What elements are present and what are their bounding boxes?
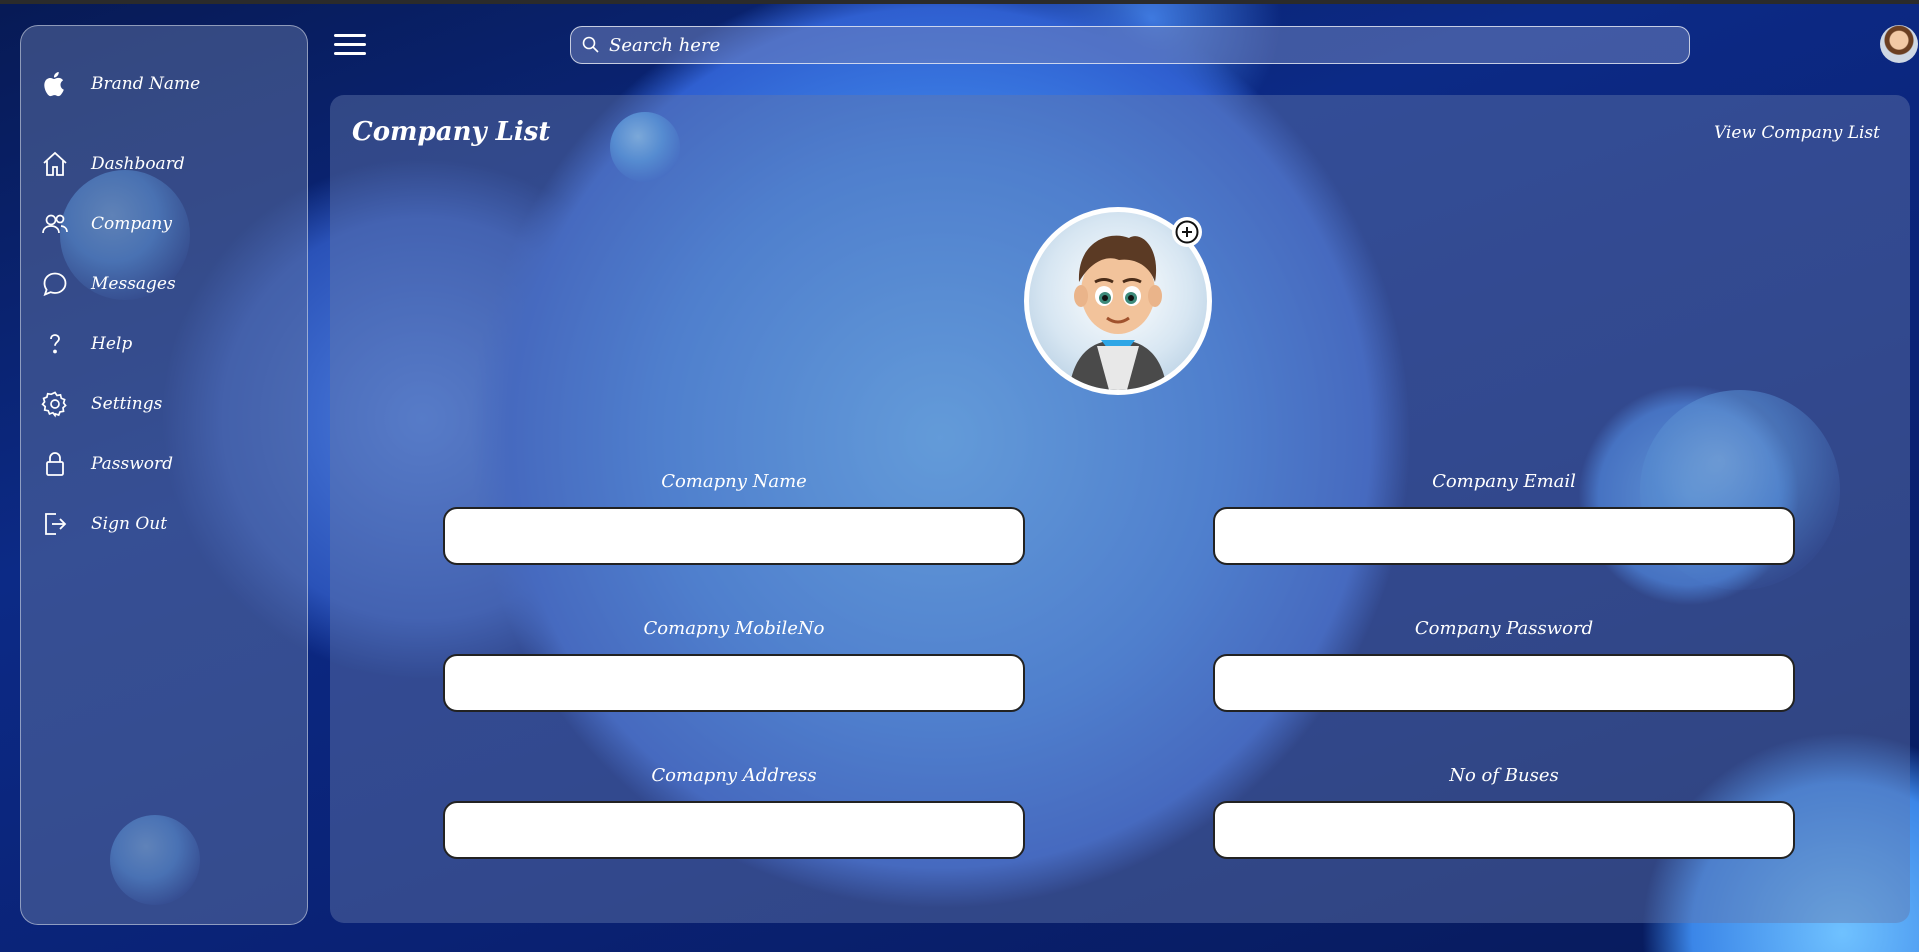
sidebar-item-label: Help <box>91 334 133 354</box>
question-icon <box>37 326 73 362</box>
company-password-field: Company Password <box>1213 618 1795 712</box>
sidebar-item-label: Messages <box>91 274 176 294</box>
sidebar: Brand Name Dashboard Company Messages He… <box>20 25 308 925</box>
sidebar-item-password[interactable]: Password <box>37 446 173 482</box>
sidebar-item-label: Dashboard <box>91 154 185 174</box>
company-mobile-field: Comapny MobileNo <box>443 618 1025 712</box>
add-photo-button[interactable] <box>1172 217 1202 247</box>
company-email-input[interactable] <box>1213 507 1795 565</box>
sidebar-item-sign-out[interactable]: Sign Out <box>37 506 167 542</box>
sidebar-item-label: Password <box>91 454 174 474</box>
sign-out-icon <box>37 506 73 542</box>
sidebar-item-company[interactable]: Company <box>37 206 172 242</box>
field-label: Company Email <box>1432 471 1576 492</box>
field-label: Comapny Address <box>651 765 817 786</box>
sidebar-item-settings[interactable]: Settings <box>37 386 162 422</box>
search-icon <box>581 35 601 55</box>
field-label: Comapny Name <box>661 471 807 492</box>
field-label: Company Password <box>1414 618 1594 639</box>
window-top-border <box>0 0 1919 4</box>
lock-icon <box>37 446 73 482</box>
search-input[interactable] <box>607 33 1689 57</box>
view-company-list-link[interactable]: View Company List <box>1714 123 1880 143</box>
search-bar <box>570 26 1690 64</box>
number-of-buses-field: No of Buses <box>1213 765 1795 859</box>
company-name-field: Comapny Name <box>443 471 1025 565</box>
brand[interactable]: Brand Name <box>37 66 200 102</box>
field-label: Comapny MobileNo <box>643 618 825 639</box>
brand-name: Brand Name <box>91 74 201 94</box>
company-address-field: Comapny Address <box>443 765 1025 859</box>
company-name-input[interactable] <box>443 507 1025 565</box>
sidebar-item-messages[interactable]: Messages <box>37 266 176 302</box>
home-icon <box>37 146 73 182</box>
gear-icon <box>37 386 73 422</box>
company-password-input[interactable] <box>1213 654 1795 712</box>
chat-icon <box>37 266 73 302</box>
menu-toggle-button[interactable] <box>334 34 366 56</box>
sidebar-item-label: Company <box>91 214 172 234</box>
field-label: No of Buses <box>1449 765 1559 786</box>
company-email-field: Company Email <box>1213 471 1795 565</box>
users-icon <box>37 206 73 242</box>
user-avatar[interactable] <box>1880 25 1918 63</box>
company-mobile-input[interactable] <box>443 654 1025 712</box>
sidebar-item-label: Sign Out <box>91 514 168 534</box>
company-address-input[interactable] <box>443 801 1025 859</box>
sidebar-item-help[interactable]: Help <box>37 326 132 362</box>
apple-icon <box>37 66 73 102</box>
sidebar-item-label: Settings <box>91 394 163 414</box>
company-form-panel: Company List View Company List Comapny N… <box>330 95 1910 923</box>
company-logo-upload <box>1024 207 1212 395</box>
sidebar-item-dashboard[interactable]: Dashboard <box>37 146 185 182</box>
number-of-buses-input[interactable] <box>1213 801 1795 859</box>
page-title: Company List <box>352 117 551 147</box>
